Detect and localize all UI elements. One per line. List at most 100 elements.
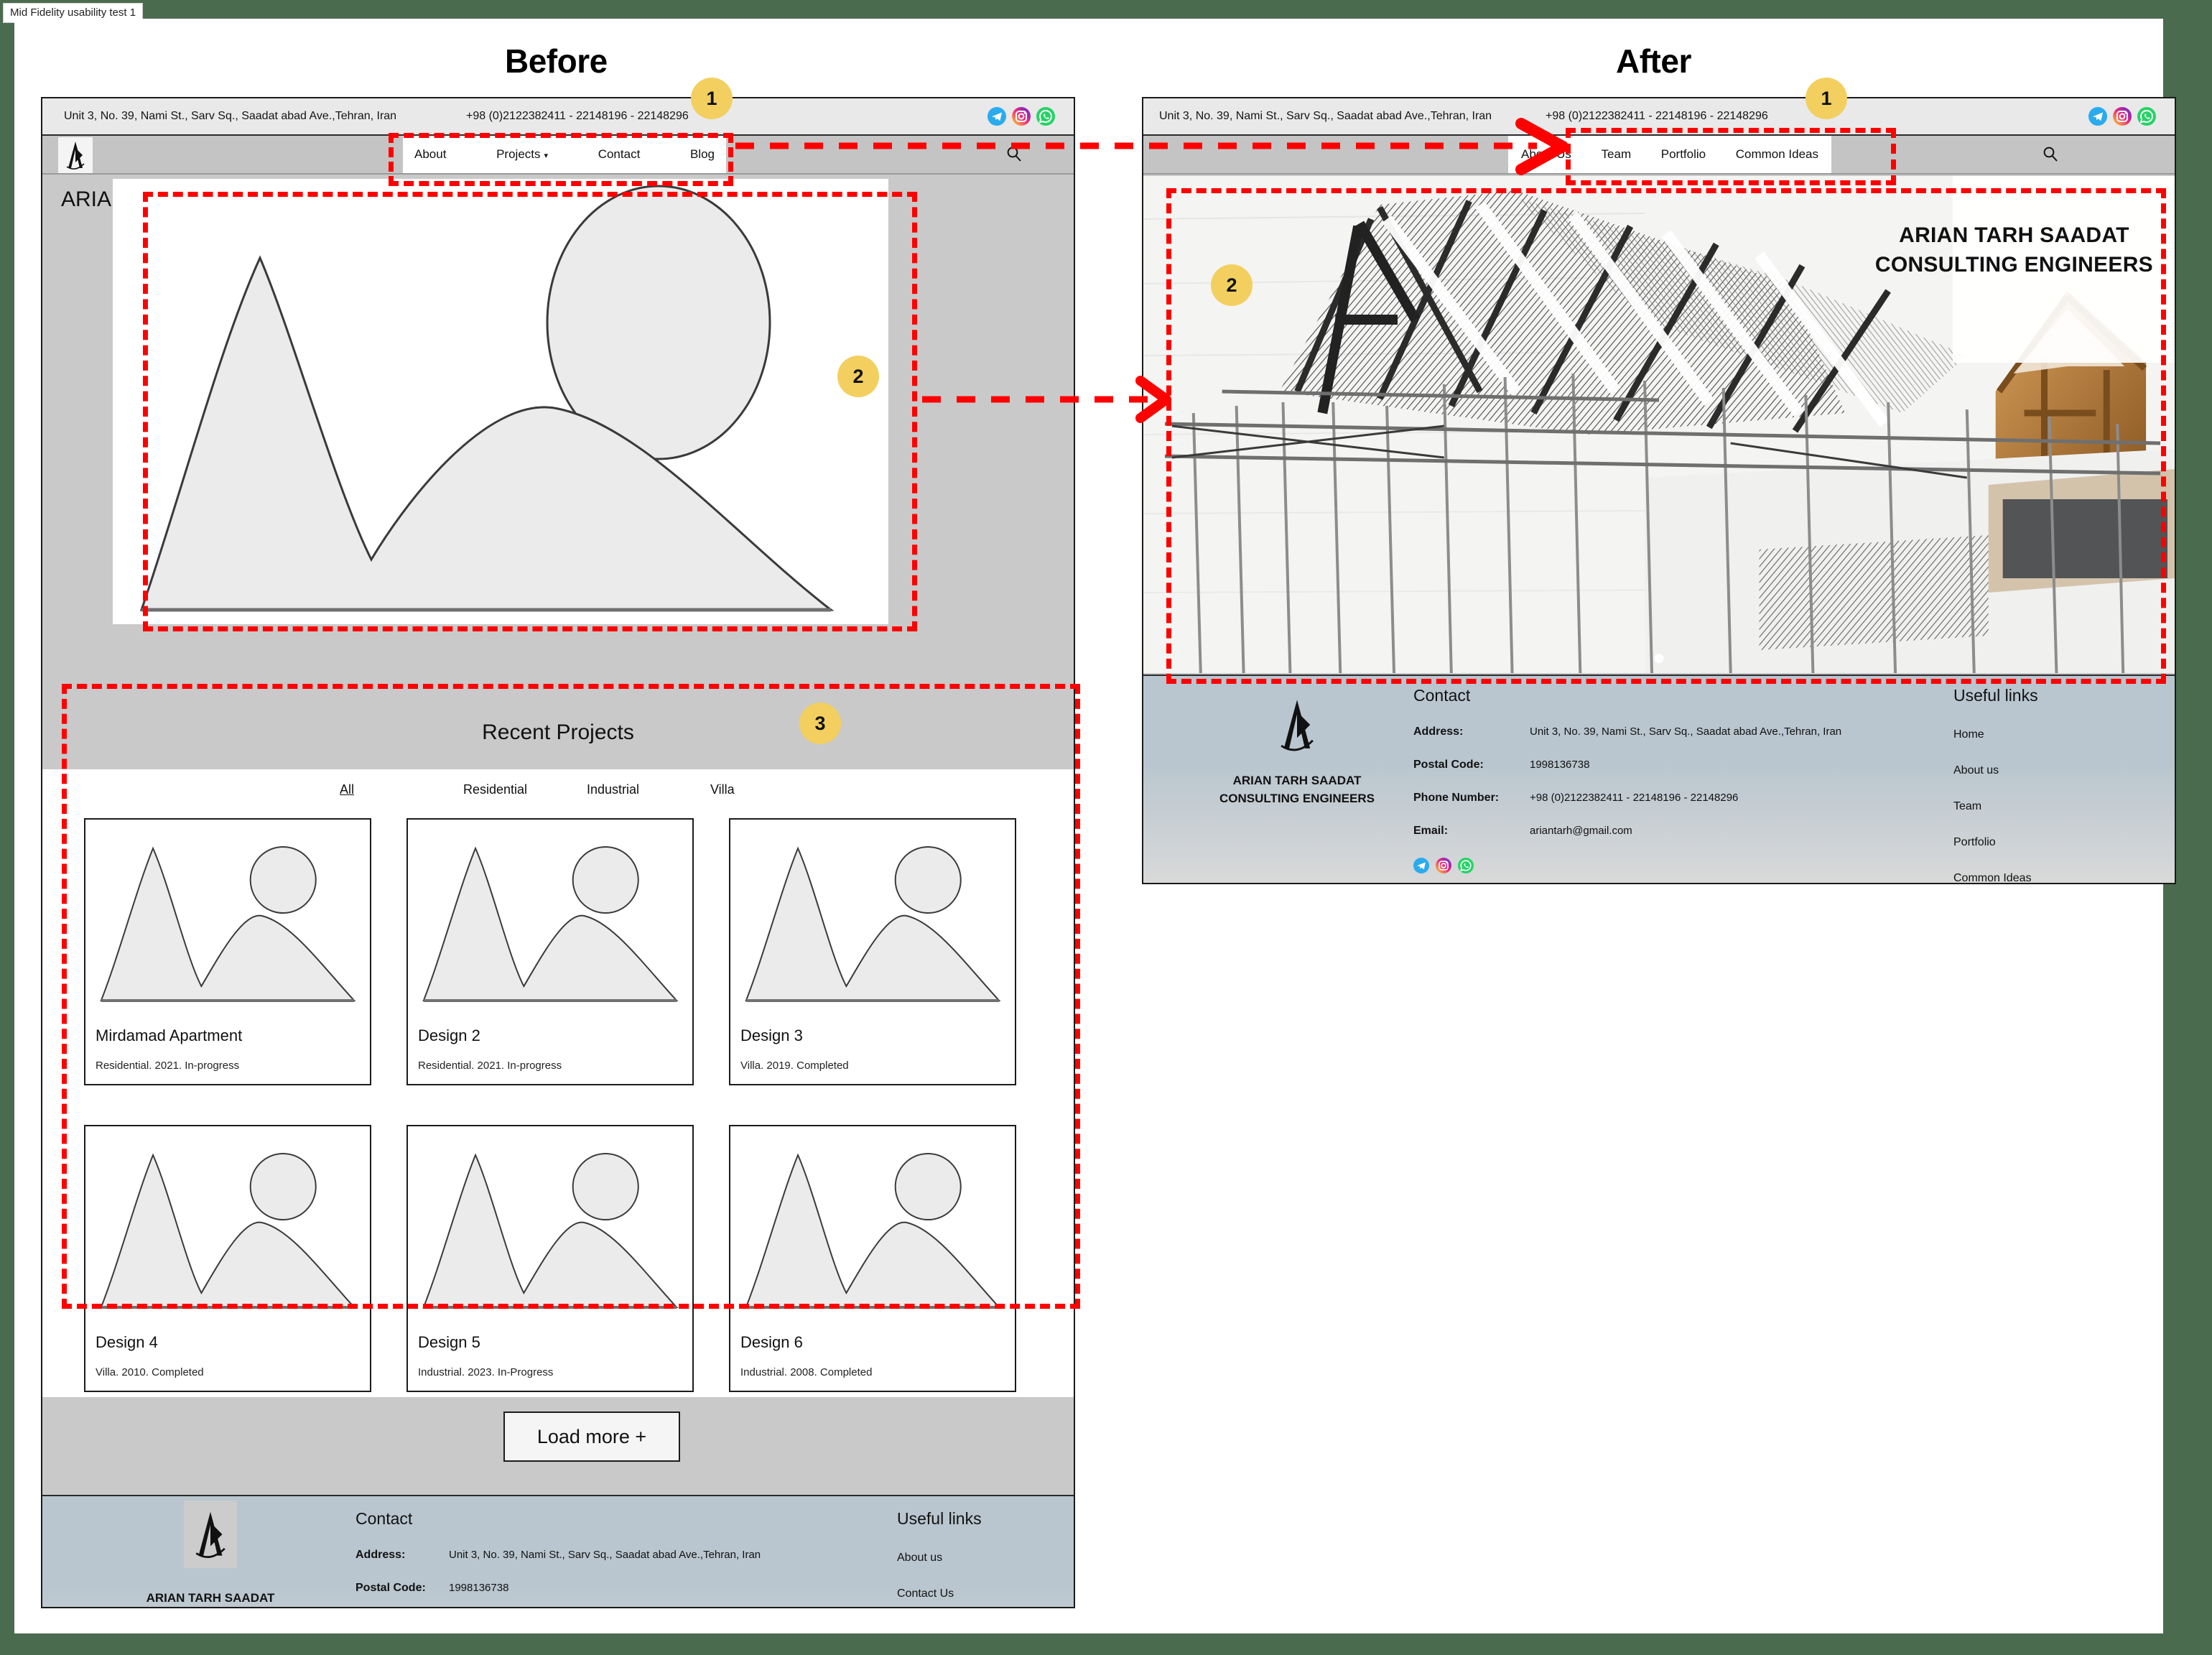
project-cards-grid: Mirdamad Apartment Residential. 2021. In-… [84,818,1016,1392]
project-thumbnail [408,1126,692,1320]
footer-row-phone: Phone Number: +98 (0)2122382411 - 221481… [1413,792,1739,804]
image-placeholder-icon [422,846,679,1002]
footer-link[interactable]: Home [1953,728,2038,741]
footer-logo: ARIAN TARH SAADAT CONSULTING ENGINEERS [1219,690,1375,807]
footer-links-heading: Useful links [1953,686,2038,705]
after-topbar: Unit 3, No. 39, Nami St., Sarv Sq., Saad… [1143,98,2175,136]
annotation-badge-3-before: 3 [799,703,841,744]
filter-all[interactable]: All [340,782,463,797]
project-card[interactable]: Design 5 Industrial. 2023. In-Progress [406,1125,694,1392]
nav-item-team[interactable]: Team [1602,147,1632,162]
carousel-dot[interactable] [1654,654,1664,663]
hero-image-placeholder [113,179,888,624]
arian-logo-icon [66,142,85,170]
filter-residential[interactable]: Residential [463,782,587,797]
footer-links-column: Useful links Home About us Team Portfolio Co… [1953,686,2038,883]
annotation-badge-1-after: 1 [1806,78,1847,119]
footer-links-column: Useful links About usContact UsProjects [897,1509,982,1607]
nav-item-blog[interactable]: Blog [690,147,715,162]
project-card[interactable]: Design 6 Industrial. 2008. Completed [729,1125,1016,1392]
footer-company-name: ARIAN TARH SAADAT CONSULTING ENGINEERS [1219,774,1375,805]
after-mockup: Unit 3, No. 39, Nami St., Sarv Sq., Saad… [1142,97,2176,884]
project-title: Design 4 [96,1333,158,1351]
instagram-icon[interactable] [1012,107,1031,126]
footer-logo: ARIAN TARH SAADAT CONSULTING ENGINEERS [133,1501,288,1607]
instagram-icon[interactable] [2113,107,2132,126]
before-mockup: Unit 3, No. 39, Nami St., Sarv Sq., Saad… [41,97,1075,1608]
image-placeholder-icon [745,1153,1001,1309]
arian-logo-icon [1269,690,1325,759]
footer-contact-column: Contact Address: Unit 3, No. 39, Nami St… [356,1509,761,1607]
whatsapp-icon[interactable] [1036,107,1055,126]
image-placeholder-icon [139,185,835,612]
project-card[interactable]: Mirdamad Apartment Residential. 2021. In-… [84,818,371,1085]
project-card[interactable]: Design 4 Villa. 2010. Completed [84,1125,371,1392]
topbar-socials [988,107,1055,126]
nav-item-contact[interactable]: Contact [598,147,641,162]
project-thumbnail [730,1126,1015,1320]
topbar-address: Unit 3, No. 39, Nami St., Sarv Sq., Saad… [1159,110,1492,122]
search-icon[interactable] [2041,145,2060,164]
footer-link[interactable]: About us [1953,764,2038,777]
after-section-title: After [1616,42,1691,80]
instagram-icon[interactable] [1436,858,1451,873]
nav-item-projects[interactable]: Projects ▾ [496,147,548,162]
filter-industrial[interactable]: Industrial [587,782,710,797]
search-icon[interactable] [1005,145,1023,164]
before-hero: ARIAN T [42,176,1074,708]
topbar-socials [2088,107,2156,126]
footer-link[interactable]: Common Ideas [1953,872,2038,883]
after-nav-links: About Us Team Portfolio Common Ideas [1508,136,1831,173]
image-placeholder-icon [100,846,356,1002]
footer-link[interactable]: About us [897,1552,982,1564]
project-meta: Villa. 2019. Completed [740,1060,849,1072]
project-card[interactable]: Design 3 Villa. 2019. Completed [729,818,1016,1085]
telegram-icon[interactable] [1413,858,1429,873]
nav-item-about-us[interactable]: About Us [1521,147,1571,162]
topbar-phone: +98 (0)2122382411 - 22148196 - 22148296 [1546,110,1768,122]
image-placeholder-icon [745,846,1001,1002]
after-hero-heading: ARIAN TARH SAADAT CONSULTING ENGINEERS [1874,223,2153,277]
after-hero: ARIAN TARH SAADAT CONSULTING ENGINEERS [1143,176,2175,673]
after-navbar: About Us Team Portfolio Common Ideas [1143,136,2175,175]
project-title: Design 2 [418,1026,480,1044]
annotation-badge-2-after: 2 [1211,264,1253,306]
footer-link[interactable]: Portfolio [1953,836,2038,849]
nav-item-about[interactable]: About [414,147,446,162]
before-navbar: About Projects ▾ Contact Blog [42,136,1074,175]
footer-row-address: Address: Unit 3, No. 39, Nami St., Sarv … [1413,725,1842,738]
project-title: Mirdamad Apartment [96,1026,243,1044]
before-topbar: Unit 3, No. 39, Nami St., Sarv Sq., Saad… [42,98,1074,136]
project-filter-row: All Residential Industrial Villa [42,782,1074,797]
annotation-badge-2-before: 2 [837,356,879,397]
filter-villa[interactable]: Villa [710,782,834,797]
recent-projects-title: Recent Projects [482,720,634,744]
project-meta: Industrial. 2023. In-Progress [418,1366,554,1378]
arian-logo-icon [183,1501,237,1568]
screenshot-root: Mid Fidelity usability test 1 Before Aft… [0,0,2212,1655]
chevron-down-icon: ▾ [544,152,549,160]
annotation-badge-1-before: 1 [691,78,733,119]
telegram-icon[interactable] [988,107,1006,126]
nav-item-portfolio[interactable]: Portfolio [1661,147,1706,162]
project-thumbnail [730,820,1015,1014]
footer-link[interactable]: Team [1953,800,2038,813]
whatsapp-icon[interactable] [2137,107,2156,126]
footer-links-heading: Useful links [897,1509,982,1528]
image-placeholder-icon [422,1153,679,1309]
whatsapp-icon[interactable] [1458,858,1474,873]
logo-mark[interactable] [58,137,93,173]
footer-link[interactable]: Contact Us [897,1587,982,1600]
project-title: Design 5 [418,1333,480,1351]
project-thumbnail [408,820,692,1014]
before-footer: ARIAN TARH SAADAT CONSULTING ENGINEERS C… [42,1495,1074,1607]
nav-item-common-ideas[interactable]: Common Ideas [1736,147,1818,162]
before-section-title: Before [505,42,608,80]
project-card[interactable]: Design 2 Residential. 2021. In-progress [406,818,694,1085]
footer-row-postal: Postal Code: 1998136738 [1413,759,1590,771]
project-meta: Industrial. 2008. Completed [740,1366,873,1378]
project-meta: Villa. 2010. Completed [96,1366,204,1378]
project-thumbnail [85,820,370,1014]
telegram-icon[interactable] [2088,107,2107,126]
load-more-button[interactable]: Load more + [503,1411,680,1462]
